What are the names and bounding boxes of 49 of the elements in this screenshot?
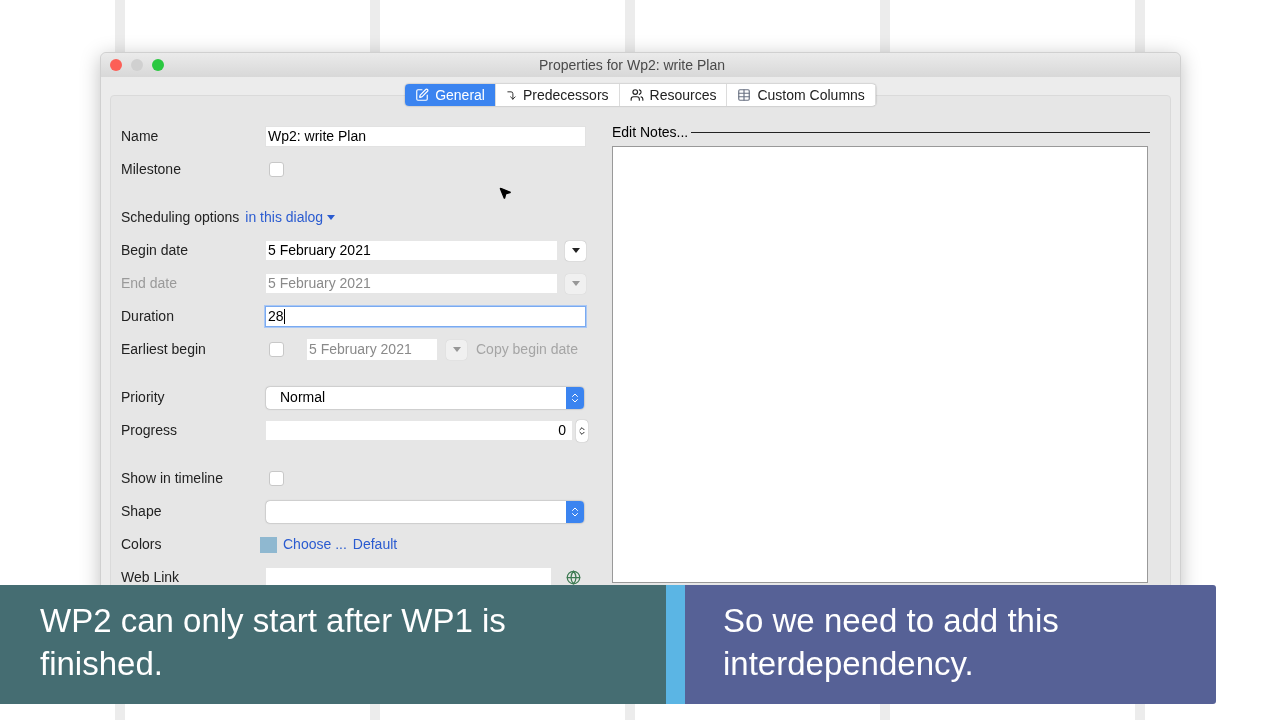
cursor-icon xyxy=(498,186,512,200)
field-label: Duration xyxy=(121,307,175,326)
globe-icon[interactable] xyxy=(566,570,581,585)
notes-title: Edit Notes... xyxy=(612,123,690,142)
stepper-icon xyxy=(569,391,581,404)
close-button[interactable] xyxy=(110,59,122,71)
field-label: Earliest begin xyxy=(121,340,207,359)
select-field[interactable]: Normal xyxy=(266,386,584,409)
select-field[interactable] xyxy=(266,500,584,523)
caption-text: WP2 can only start after WP1 is finished. xyxy=(40,601,507,684)
stepper-icon xyxy=(577,425,587,436)
caret-icon xyxy=(452,347,461,352)
field-label: Shape xyxy=(121,502,163,521)
checkbox[interactable] xyxy=(269,342,284,357)
stepper-icon xyxy=(569,505,581,518)
field-label: Milestone xyxy=(121,160,182,179)
checkbox[interactable] xyxy=(269,162,284,177)
field-label: Show in timeline xyxy=(121,469,224,488)
color-swatch[interactable] xyxy=(260,536,277,553)
scheduling-dropdown-link[interactable]: in this dialog xyxy=(245,207,336,228)
field-label: End date xyxy=(121,274,179,293)
text-field[interactable]: Wp2: write Plan xyxy=(265,126,586,147)
number-field[interactable]: 0 xyxy=(265,420,573,441)
tab[interactable]: General xyxy=(405,84,496,106)
edit-icon xyxy=(415,88,430,102)
caption-text: So we need to add this interdependency. xyxy=(723,601,1060,684)
field-label: Progress xyxy=(121,421,179,440)
field-label: Web Link xyxy=(121,568,181,587)
color-link[interactable]: Default xyxy=(352,534,398,555)
table-icon xyxy=(737,88,752,102)
people-icon xyxy=(629,88,644,102)
field-label: Colors xyxy=(121,535,163,554)
field-label: Name xyxy=(121,127,160,146)
minimize-button[interactable] xyxy=(131,59,143,71)
arrow-icon xyxy=(505,89,517,101)
field-label: Priority xyxy=(121,388,166,407)
caret-icon xyxy=(327,215,336,220)
dropdown-button[interactable] xyxy=(565,240,586,261)
zoom-button[interactable] xyxy=(152,59,164,71)
field-label: Begin date xyxy=(121,241,189,260)
checkbox[interactable] xyxy=(269,471,284,486)
field-label: Scheduling options xyxy=(121,208,241,227)
caret-icon xyxy=(571,248,580,253)
date-field[interactable]: 5 February 2021 xyxy=(265,240,558,261)
text-field[interactable]: 28 xyxy=(265,306,586,327)
stepper-button[interactable] xyxy=(576,419,588,442)
window-title: Properties for Wp2: write Plan xyxy=(539,55,725,75)
caret-icon xyxy=(571,281,580,286)
color-link[interactable]: Choose ... xyxy=(283,534,347,555)
